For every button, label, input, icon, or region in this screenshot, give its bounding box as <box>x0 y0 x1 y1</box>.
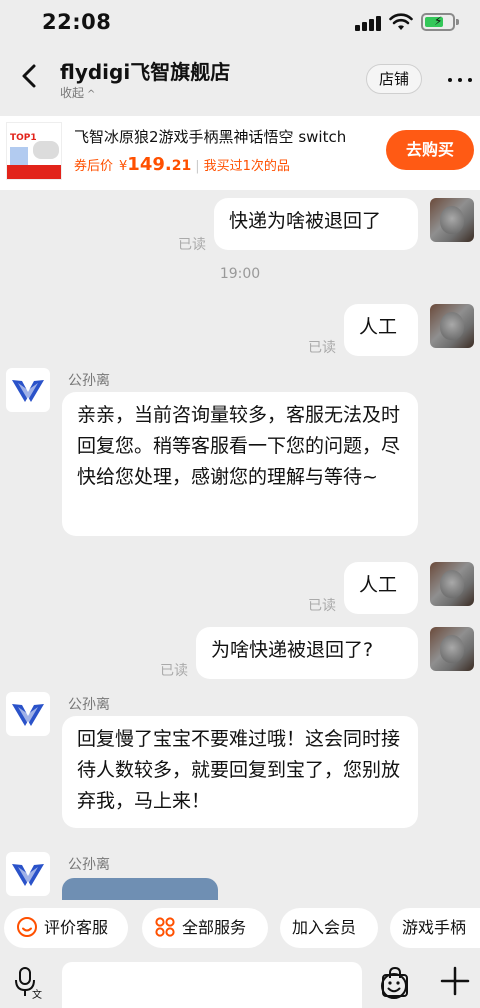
my-avatar[interactable] <box>430 562 474 606</box>
agent-name: 公孙离 <box>68 697 110 713</box>
agent-avatar[interactable] <box>6 368 50 412</box>
cellular-signal-icon <box>355 15 381 31</box>
read-receipt: 已读 <box>178 237 206 253</box>
agent-message-bubble[interactable]: 亲亲，当前咨询量较多，客服无法及时回复您。稍等客服看一下您的问题，尽快给您处理，… <box>62 392 418 536</box>
read-receipt: 已读 <box>160 663 188 679</box>
thumbnail-badge: TOP1 <box>10 133 37 143</box>
quick-action-gamepad[interactable]: 游戏手柄 <box>390 908 480 948</box>
status-time: 22:08 <box>42 10 112 34</box>
voice-translate-icon[interactable]: 文 <box>14 966 44 1001</box>
product-title[interactable]: 飞智冰原狼2游戏手柄黑神话悟空 switch <box>74 126 384 147</box>
collapse-toggle[interactable]: 收起 ^ <box>60 84 95 101</box>
agent-avatar[interactable] <box>6 692 50 736</box>
agent-image-message[interactable] <box>62 878 218 900</box>
battery-charging-icon: ⚡ <box>421 13 459 31</box>
my-message-bubble[interactable]: 快递为啥被退回了 <box>214 198 418 250</box>
my-avatar[interactable] <box>430 304 474 348</box>
agent-message-bubble[interactable]: 回复慢了宝宝不要难过哦！这会同时接待人数较多，就要回复到宝了，您别放弃我，马上来… <box>62 716 418 828</box>
my-avatar[interactable] <box>430 627 474 671</box>
back-button[interactable] <box>14 56 44 96</box>
plus-icon[interactable] <box>438 964 472 998</box>
shop-name: flydigi飞智旗舰店 <box>60 60 231 84</box>
collapse-label: 收起 <box>60 86 85 100</box>
wifi-icon <box>389 12 413 32</box>
product-thumbnail[interactable]: TOP1 <box>6 122 62 180</box>
chevron-up-icon: ^ <box>87 89 96 100</box>
quick-action-label: 评价客服 <box>44 918 109 937</box>
more-options-icon[interactable] <box>446 68 474 90</box>
store-button[interactable]: 店铺 <box>366 64 422 94</box>
svg-text:文: 文 <box>32 988 42 1000</box>
product-price-row: 券后价 ¥149.21 | 我买过1次的品 <box>74 154 290 175</box>
smile-icon <box>16 913 38 937</box>
my-message-bubble[interactable]: 人工 <box>344 562 418 614</box>
purchase-note: 我买过1次的品 <box>203 159 290 174</box>
quick-action-join-member[interactable]: 加入会员 <box>280 908 378 948</box>
my-message-bubble[interactable]: 人工 <box>344 304 418 356</box>
price-label: 券后价 <box>74 159 114 174</box>
agent-avatar[interactable] <box>6 852 50 896</box>
shopping-bag-icon[interactable] <box>380 966 410 998</box>
product-card[interactable]: TOP1 飞智冰原狼2游戏手柄黑神话悟空 switch 券后价 ¥149.21 | 我… <box>0 116 480 190</box>
read-receipt: 已读 <box>308 598 336 614</box>
quick-action-all-services[interactable]: 全部服务 <box>142 908 268 948</box>
my-message-bubble[interactable]: 为啥快递被退回了? <box>196 627 418 679</box>
message-input[interactable] <box>62 962 407 1008</box>
quick-action-label: 游戏手柄 <box>402 918 467 937</box>
agent-name: 公孙离 <box>68 373 110 389</box>
input-bar: 文 <box>0 958 480 1008</box>
quick-action-rate-service[interactable]: 评价客服 <box>4 908 128 948</box>
grid-icon <box>154 913 176 937</box>
price-decimal: 21 <box>171 158 192 174</box>
quick-action-label: 全部服务 <box>182 918 247 937</box>
buy-button[interactable]: 去购买 <box>386 130 474 170</box>
status-bar: 22:08 ⚡ <box>0 0 480 46</box>
quick-actions-bar: 评价客服 全部服务 加入会员 游戏手柄 <box>0 902 480 956</box>
agent-name: 公孙离 <box>68 857 110 873</box>
chat-header: flydigi飞智旗舰店 收起 ^ 店铺 <box>0 46 480 108</box>
price-integer: 149. <box>127 154 172 175</box>
read-receipt: 已读 <box>308 340 336 356</box>
quick-action-label: 加入会员 <box>292 918 357 937</box>
chat-timestamp: 19:00 <box>219 266 261 282</box>
my-avatar[interactable] <box>430 198 474 242</box>
